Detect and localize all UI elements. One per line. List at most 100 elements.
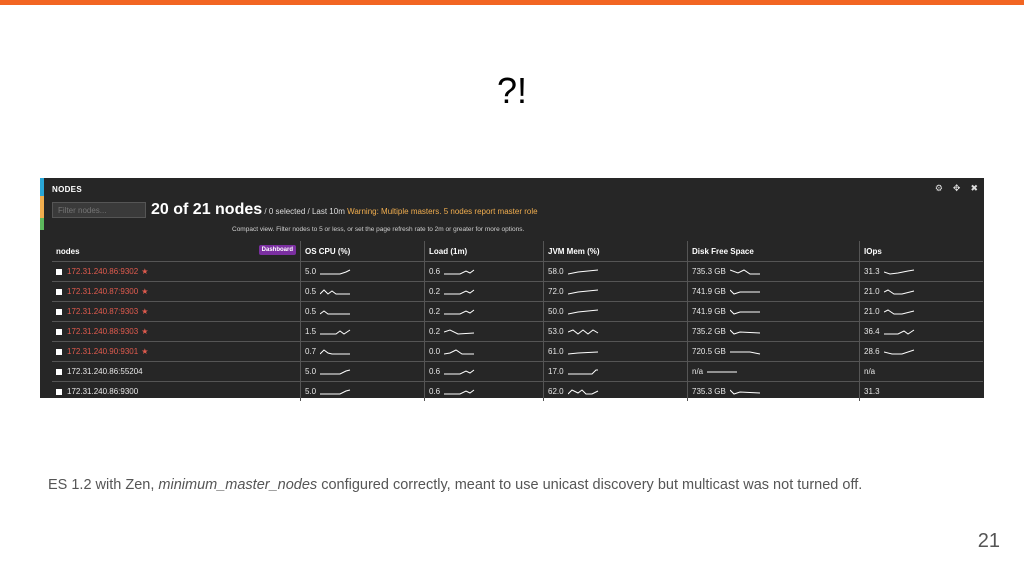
cpu-sparkline bbox=[320, 349, 351, 355]
slide-number: 21 bbox=[977, 530, 1000, 552]
dashboard-button[interactable]: Dashboard bbox=[258, 245, 296, 255]
node-checkbox[interactable] bbox=[56, 288, 62, 295]
disk-cell: 735.3 GB bbox=[687, 261, 860, 282]
cpu-sparkline bbox=[320, 369, 351, 375]
load-value: 0.2 bbox=[429, 327, 441, 336]
panel-header-icons: ⚙ ✥ ✖ bbox=[935, 183, 978, 194]
iops-value: 21.0 bbox=[864, 307, 880, 316]
node-host[interactable]: 172.31.240.87:9303 bbox=[67, 307, 138, 316]
node-checkbox[interactable] bbox=[56, 328, 62, 335]
table-body: 172.31.240.86:9302 ★ 5.0 0.6 58.0 735.3 GB 31.… bbox=[52, 261, 983, 401]
cpu-value: 0.5 bbox=[305, 287, 317, 296]
disk-sparkline bbox=[729, 269, 760, 275]
caption-text: ES 1.2 with Zen, bbox=[48, 477, 159, 493]
iops-value: 21.0 bbox=[864, 287, 880, 296]
disk-value: 720.5 GB bbox=[692, 347, 726, 356]
filter-nodes-input[interactable] bbox=[52, 202, 146, 218]
jvm-cell: 58.0 bbox=[543, 261, 688, 282]
jvm-cell: 50.0 bbox=[543, 301, 688, 322]
iops-sparkline bbox=[883, 289, 914, 295]
table-row[interactable]: 172.31.240.88:9303 ★ 1.5 0.2 53.0 735.2 GB 36.… bbox=[52, 321, 983, 342]
panel-stripe-orange bbox=[40, 196, 44, 218]
load-cell: 0.2 bbox=[424, 321, 544, 342]
disk-sparkline bbox=[729, 351, 760, 355]
node-cell: 172.31.240.86:55204 bbox=[52, 361, 301, 382]
load-sparkline bbox=[444, 309, 475, 315]
cpu-value: 0.5 bbox=[305, 307, 317, 316]
move-icon[interactable]: ✥ bbox=[953, 183, 961, 194]
table-row[interactable]: 172.31.240.86:9300 5.0 0.6 62.0 735.3 GB 31.3 bbox=[52, 381, 983, 401]
load-value: 0.6 bbox=[429, 387, 441, 396]
close-icon[interactable]: ✖ bbox=[970, 183, 978, 194]
nodes-table: nodes Dashboard OS CPU (%) Load (1m) JVM… bbox=[52, 241, 983, 401]
node-checkbox[interactable] bbox=[56, 388, 62, 395]
node-checkbox[interactable] bbox=[56, 308, 62, 315]
column-header-disk: Disk Free Space bbox=[687, 241, 860, 262]
node-checkbox[interactable] bbox=[56, 268, 62, 275]
jvm-value: 50.0 bbox=[548, 307, 564, 316]
iops-cell: n/a bbox=[859, 361, 983, 382]
iops-cell: 31.3 bbox=[859, 381, 983, 401]
node-host[interactable]: 172.31.240.86:9300 bbox=[67, 387, 138, 396]
node-count-summary: 20 of 21 nodes / 0 selected / Last 10m W… bbox=[151, 201, 538, 219]
column-header-iops: IOps bbox=[859, 241, 983, 262]
cpu-cell: 0.5 bbox=[300, 281, 425, 302]
jvm-sparkline bbox=[567, 369, 598, 375]
table-header-row: nodes Dashboard OS CPU (%) Load (1m) JVM… bbox=[52, 241, 983, 262]
selection-status: / 0 selected / Last 10m bbox=[262, 207, 348, 216]
gear-icon[interactable]: ⚙ bbox=[935, 183, 943, 194]
node-host[interactable]: 172.31.240.87:9300 bbox=[67, 287, 138, 296]
node-cell: 172.31.240.90:9301 ★ bbox=[52, 341, 301, 362]
iops-cell: 31.3 bbox=[859, 261, 983, 282]
slide-caption: ES 1.2 with Zen, minimum_master_nodes co… bbox=[48, 477, 862, 493]
node-host[interactable]: 172.31.240.86:9302 bbox=[67, 267, 138, 276]
compact-view-note: Compact view. Filter nodes to 5 or less,… bbox=[232, 226, 525, 233]
iops-cell: 21.0 bbox=[859, 301, 983, 322]
disk-cell: 741.9 GB bbox=[687, 301, 860, 322]
table-row[interactable]: 172.31.240.86:9302 ★ 5.0 0.6 58.0 735.3 GB 31.… bbox=[52, 261, 983, 282]
disk-value: 741.9 GB bbox=[692, 307, 726, 316]
column-label: nodes bbox=[56, 246, 80, 256]
table-row[interactable]: 172.31.240.87:9300 ★ 0.5 0.2 72.0 741.9 GB 21.… bbox=[52, 281, 983, 302]
master-star-icon: ★ bbox=[141, 347, 149, 356]
disk-value: 735.3 GB bbox=[692, 387, 726, 396]
nodes-panel: NODES ⚙ ✥ ✖ 20 of 21 nodes / 0 selected … bbox=[40, 178, 984, 401]
table-row[interactable]: 172.31.240.86:55204 5.0 0.6 17.0 n/a n/a bbox=[52, 361, 983, 382]
node-count: 20 of 21 nodes bbox=[151, 201, 263, 218]
caption-text-rest: configured correctly, meant to use unica… bbox=[317, 477, 863, 493]
node-host[interactable]: 172.31.240.90:9301 bbox=[67, 347, 138, 356]
jvm-cell: 17.0 bbox=[543, 361, 688, 382]
panel-stripe-blue bbox=[40, 178, 44, 196]
jvm-sparkline bbox=[567, 329, 598, 335]
node-checkbox[interactable] bbox=[56, 368, 62, 375]
jvm-cell: 62.0 bbox=[543, 381, 688, 401]
master-warning: Warning: Multiple masters. 5 nodes repor… bbox=[347, 207, 538, 216]
jvm-cell: 61.0 bbox=[543, 341, 688, 362]
table-row[interactable]: 172.31.240.87:9303 ★ 0.5 0.2 50.0 741.9 GB 21.… bbox=[52, 301, 983, 322]
node-checkbox[interactable] bbox=[56, 348, 62, 355]
load-sparkline bbox=[444, 289, 475, 295]
iops-value: 31.3 bbox=[864, 387, 880, 396]
load-value: 0.6 bbox=[429, 367, 441, 376]
node-host[interactable]: 172.31.240.86:55204 bbox=[67, 367, 143, 376]
node-host[interactable]: 172.31.240.88:9303 bbox=[67, 327, 138, 336]
cpu-cell: 1.5 bbox=[300, 321, 425, 342]
cpu-cell: 5.0 bbox=[300, 261, 425, 282]
load-value: 0.0 bbox=[429, 347, 441, 356]
cpu-value: 5.0 bbox=[305, 387, 317, 396]
cpu-cell: 0.5 bbox=[300, 301, 425, 322]
iops-sparkline bbox=[883, 269, 914, 275]
table-row[interactable]: 172.31.240.90:9301 ★ 0.7 0.0 61.0 720.5 GB 28.… bbox=[52, 341, 983, 362]
jvm-value: 53.0 bbox=[548, 327, 564, 336]
cpu-sparkline bbox=[320, 269, 351, 275]
master-star-icon: ★ bbox=[141, 267, 149, 276]
disk-cell: 741.9 GB bbox=[687, 281, 860, 302]
disk-sparkline bbox=[729, 309, 760, 315]
cpu-sparkline bbox=[320, 329, 351, 335]
jvm-value: 17.0 bbox=[548, 367, 564, 376]
jvm-sparkline bbox=[567, 351, 598, 355]
column-header-load: Load (1m) bbox=[424, 241, 544, 262]
iops-sparkline bbox=[883, 329, 914, 335]
jvm-sparkline bbox=[567, 269, 598, 275]
slide-title: ?! bbox=[496, 70, 528, 111]
